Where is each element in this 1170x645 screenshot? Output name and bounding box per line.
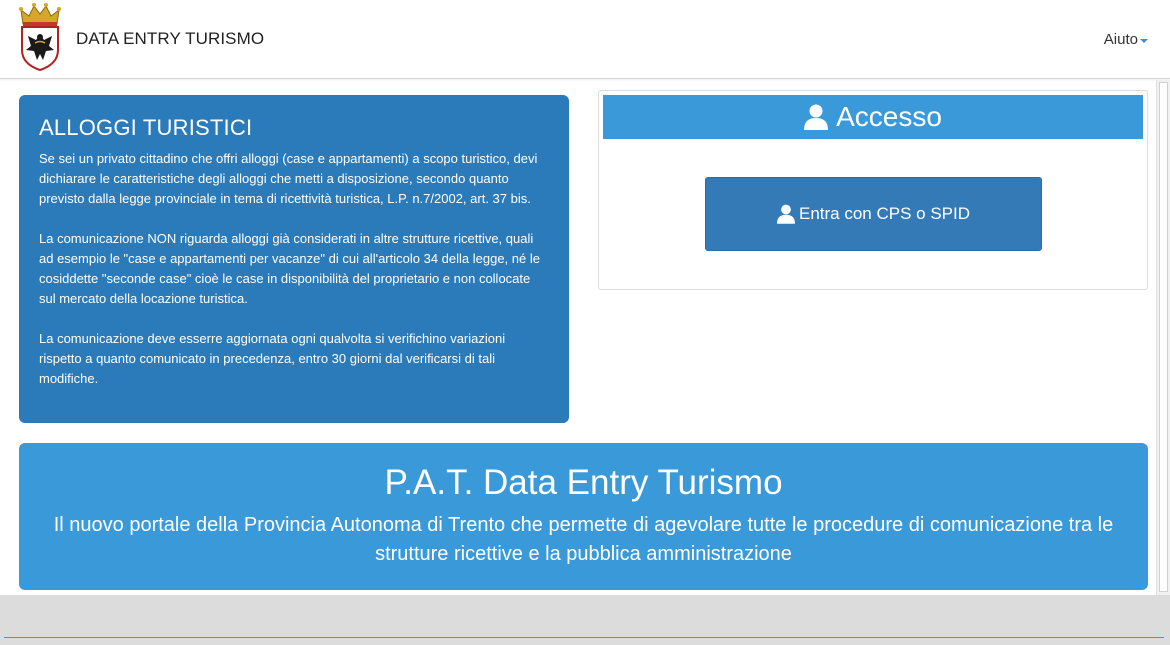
app-title: DATA ENTRY TURISMO <box>76 29 265 48</box>
info-paragraph-3: La comunicazione deve esserre aggiornata… <box>39 331 506 386</box>
footer-divider <box>4 637 1164 638</box>
user-icon <box>776 204 795 224</box>
banner-title: P.A.T. Data Entry Turismo <box>384 463 783 502</box>
top-navbar: DATA ENTRY TURISMO Aiuto <box>0 0 1170 79</box>
info-paragraph-2: La comunicazione NON riguarda alloggi gi… <box>39 231 540 306</box>
caret-down-icon <box>1140 38 1148 43</box>
hero-banner: P.A.T. Data Entry Turismo Il nuovo porta… <box>19 443 1148 590</box>
help-menu[interactable]: Aiuto <box>1104 31 1148 48</box>
access-panel: Accesso Entra con CPS o SPID <box>598 90 1148 290</box>
banner-subtitle: Il nuovo portale della Provincia Autonom… <box>53 514 1114 565</box>
access-title: Accesso <box>836 101 942 132</box>
info-panel: ALLOGGI TURISTICI Se sei un privato citt… <box>19 95 569 423</box>
user-icon <box>804 104 829 130</box>
info-paragraph-1: Se sei un privato cittadino che offri al… <box>39 151 538 206</box>
scrollbar-thumb[interactable] <box>1159 82 1168 592</box>
footer <box>0 595 1170 645</box>
info-title: ALLOGGI TURISTICI <box>39 115 253 140</box>
login-cps-spid-button[interactable]: Entra con CPS o SPID <box>705 177 1042 251</box>
login-button-label: Entra con CPS o SPID <box>798 204 971 223</box>
trentino-crest-logo[interactable] <box>18 2 62 72</box>
help-menu-label: Aiuto <box>1103 31 1138 48</box>
access-header: Accesso <box>603 95 1143 139</box>
